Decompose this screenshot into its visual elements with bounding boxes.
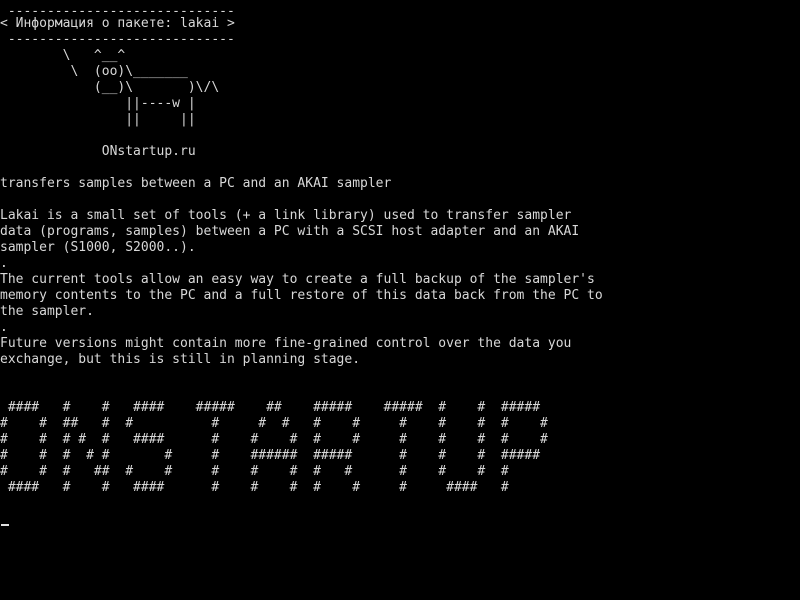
ascii-art-banner-line: # # ## # # # # # # # # # # # # [0,416,548,431]
description-line: Lakai is a small set of tools (+ a link … [0,208,572,223]
terminal-screen[interactable]: ----------------------------- < Информац… [0,0,800,600]
ascii-art-banner-line: # # # # # #### # # # # # # # # # # [0,432,548,447]
ascii-art-banner-line: #### # # #### # # # # # # #### # [0,480,509,495]
description-line: sampler (S1000, S2000..). [0,240,196,255]
description-separator: . [0,320,8,335]
ascii-art-banner-line: # # # ## # # # # # # # # # # # [0,464,509,479]
banner-bottom-border: ----------------------------- [0,32,235,47]
description-line: Future versions might contain more fine-… [0,336,572,351]
description-line: memory contents to the PC and a full res… [0,288,603,303]
ascii-cow-line: ||----w | [0,96,196,111]
ascii-cow-line: \ (oo)\_______ [0,64,188,79]
description-line: The current tools allow an easy way to c… [0,272,595,287]
package-summary: transfers samples between a PC and an AK… [0,176,392,191]
description-separator: . [0,256,8,271]
banner-title: < Информация о пакете: lakai > [0,16,235,31]
ascii-art-banner-line: # # # # # # # ###### ##### # # # ##### [0,448,541,463]
ascii-art-banner-line: #### # # #### ##### ## ##### ##### # # #… [0,400,541,415]
description-line: data (programs, samples) between a PC wi… [0,224,580,239]
description-line: the sampler. [0,304,94,319]
ascii-cow-line: (__)\ )\/\ [0,80,220,95]
site-credit: ONstartup.ru [0,144,196,159]
text-cursor[interactable] [1,524,9,526]
description-line: exchange, but this is still in planning … [0,352,361,367]
ascii-cow-line: || || [0,112,196,127]
ascii-cow-line: \ ^__^ [0,48,126,63]
